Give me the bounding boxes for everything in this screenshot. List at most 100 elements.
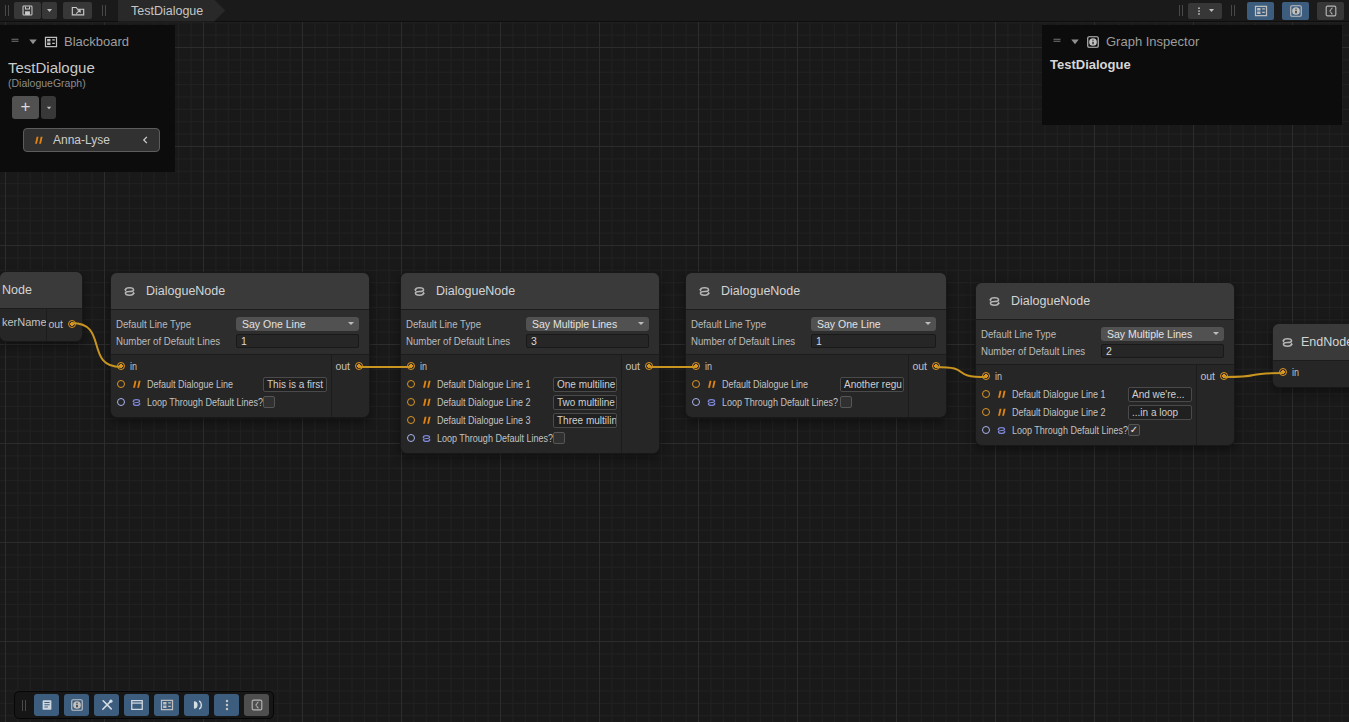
- tri-down-icon[interactable]: [28, 37, 38, 47]
- node-icon: [121, 283, 138, 300]
- toolbar-drag-handle[interactable]: [102, 5, 106, 16]
- port-default-dialogue-line[interactable]: [117, 380, 125, 388]
- number-field[interactable]: 1: [811, 334, 936, 348]
- port-row: kerName: [0, 309, 46, 335]
- node-title-bar[interactable]: DialogueNode: [111, 273, 369, 310]
- port-out[interactable]: [1220, 372, 1228, 380]
- property-row: Number of Default Lines1: [691, 332, 936, 349]
- port-label: in: [995, 371, 1176, 382]
- tri-down-icon[interactable]: [1070, 37, 1080, 47]
- port-label: Default Dialogue Line 1: [1012, 389, 1116, 400]
- toggle-blackboard-button[interactable]: [1247, 2, 1274, 20]
- enum-dropdown[interactable]: Say One Line: [236, 317, 359, 331]
- port-out[interactable]: [355, 362, 363, 370]
- hamburger-icon[interactable]: [8, 38, 22, 46]
- graph-node-node[interactable]: NodekerNameout: [0, 271, 83, 342]
- enum-dropdown[interactable]: Say Multiple Lines: [526, 317, 649, 331]
- port-in[interactable]: [117, 362, 125, 370]
- toolbar-drag-handle[interactable]: [5, 5, 9, 16]
- port-default-dialogue-line-1[interactable]: [407, 380, 415, 388]
- node-title-bar[interactable]: DialogueNode: [976, 283, 1234, 320]
- property-control: 3: [526, 334, 649, 348]
- console-button[interactable]: [34, 694, 59, 716]
- toolbar-drag-handle[interactable]: [22, 700, 26, 711]
- property-label: Default Line Type: [406, 318, 516, 330]
- dialogue-line-field[interactable]: Two multiline: [553, 395, 617, 410]
- info-button[interactable]: [64, 694, 89, 716]
- number-field[interactable]: 1: [236, 334, 359, 348]
- dialogue-line-field[interactable]: ...in a loop: [1128, 405, 1192, 420]
- loop-checkbox[interactable]: ✓: [1128, 424, 1140, 436]
- save-button[interactable]: [14, 2, 41, 19]
- graph-node-dialoguenode[interactable]: DialogueNode Default Line Type Say Multipl…: [400, 272, 660, 454]
- tools-button[interactable]: [94, 694, 119, 716]
- port-label: out: [335, 360, 350, 372]
- number-field[interactable]: 2: [1101, 344, 1224, 358]
- dialogue-line-field[interactable]: Three multilin: [553, 413, 617, 428]
- dialogue-line-field[interactable]: One multiline: [553, 377, 617, 392]
- port-loop-through-default-lines-[interactable]: [692, 398, 700, 406]
- port-in[interactable]: [407, 362, 415, 370]
- number-field[interactable]: 3: [526, 334, 649, 348]
- toggle-preview-button[interactable]: [1317, 2, 1344, 20]
- property-row: Default Line TypeSay One Line: [691, 315, 936, 332]
- port-loop-through-default-lines-[interactable]: [117, 398, 125, 406]
- kebab-button[interactable]: [214, 694, 239, 716]
- node-title-bar[interactable]: Node: [0, 272, 82, 309]
- port-default-dialogue-line-2[interactable]: [982, 408, 990, 416]
- blackboard-button[interactable]: [154, 694, 179, 716]
- loop-checkbox[interactable]: [263, 396, 275, 408]
- toggle-inspector-button[interactable]: [1282, 2, 1309, 20]
- port-out[interactable]: [68, 320, 76, 328]
- port-default-dialogue-line-3[interactable]: [407, 416, 415, 424]
- node-title-bar[interactable]: DialogueNode: [686, 273, 946, 310]
- window-button[interactable]: [124, 694, 149, 716]
- add-property-button[interactable]: +: [12, 96, 39, 119]
- node-title-bar[interactable]: EndNode: [1273, 324, 1349, 361]
- chevron-left-icon[interactable]: [140, 134, 151, 146]
- dialogue-line-field[interactable]: And we're...: [1128, 387, 1192, 402]
- enum-dropdown[interactable]: Say One Line: [811, 317, 936, 331]
- loop-checkbox[interactable]: [553, 432, 565, 444]
- graph-tab[interactable]: TestDialogue: [118, 0, 225, 22]
- open-asset-button[interactable]: [63, 2, 92, 19]
- node-title-bar[interactable]: DialogueNode: [401, 273, 659, 310]
- loop-checkbox[interactable]: [840, 396, 852, 408]
- port-default-dialogue-line-1[interactable]: [982, 390, 990, 398]
- port-default-dialogue-line[interactable]: [692, 380, 700, 388]
- port-in[interactable]: [982, 372, 990, 380]
- save-options-button[interactable]: [42, 2, 57, 19]
- overflow-menu-button[interactable]: [1188, 3, 1222, 19]
- graph-node-dialoguenode[interactable]: DialogueNodeDefault Line TypeSay Multipl…: [975, 282, 1235, 446]
- port-loop-through-default-lines-[interactable]: [407, 434, 415, 442]
- add-property-options-button[interactable]: [41, 96, 56, 119]
- blackboard-panel: Blackboard TestDialogue (DialogueGraph) …: [0, 25, 175, 172]
- toolbar-drag-handle[interactable]: [1179, 5, 1183, 16]
- dialogue-line-field[interactable]: Another regu: [840, 377, 904, 392]
- port-row: Default Dialogue Line 2Two multiline: [401, 393, 621, 411]
- port-in[interactable]: [1279, 368, 1287, 376]
- node-properties: Default Line TypeSay Multiple LinesNumbe…: [401, 310, 659, 355]
- port-out[interactable]: [645, 362, 653, 370]
- graph-node-dialoguenode[interactable]: DialogueNode Default Line TypeSay One Lin…: [685, 272, 947, 418]
- graph-canvas[interactable]: NodekerNameoutDialogueNodeDefault Line T…: [0, 0, 1349, 722]
- transition-button[interactable]: [184, 694, 209, 716]
- port-loop-through-default-lines-[interactable]: [982, 426, 990, 434]
- node-port-section: inDefault Dialogue Line 1One multilineDe…: [401, 355, 659, 453]
- port-default-dialogue-line-2[interactable]: [407, 398, 415, 406]
- port-in[interactable]: [692, 362, 700, 370]
- port-label: Loop Through Default Lines?: [147, 397, 251, 408]
- toolbar-drag-handle[interactable]: [1231, 5, 1235, 16]
- kebab-icon: [220, 698, 234, 712]
- property-control: 2: [1101, 344, 1224, 358]
- graph-node-endnode[interactable]: EndNodein: [1272, 323, 1349, 388]
- hamburger-icon[interactable]: [1050, 38, 1064, 46]
- graph-node-dialoguenode[interactable]: DialogueNodeDefault Line TypeSay One Lin…: [110, 272, 370, 418]
- save-icon: [21, 4, 34, 17]
- port-out[interactable]: [932, 362, 940, 370]
- node-title-text: DialogueNode: [146, 284, 225, 298]
- dialogue-line-field[interactable]: This is a first: [263, 377, 327, 392]
- enum-dropdown[interactable]: Say Multiple Lines: [1101, 327, 1224, 341]
- blackboard-property-anna-lyse[interactable]: Anna-Lyse: [23, 128, 160, 152]
- ui-builder-button[interactable]: [244, 694, 269, 716]
